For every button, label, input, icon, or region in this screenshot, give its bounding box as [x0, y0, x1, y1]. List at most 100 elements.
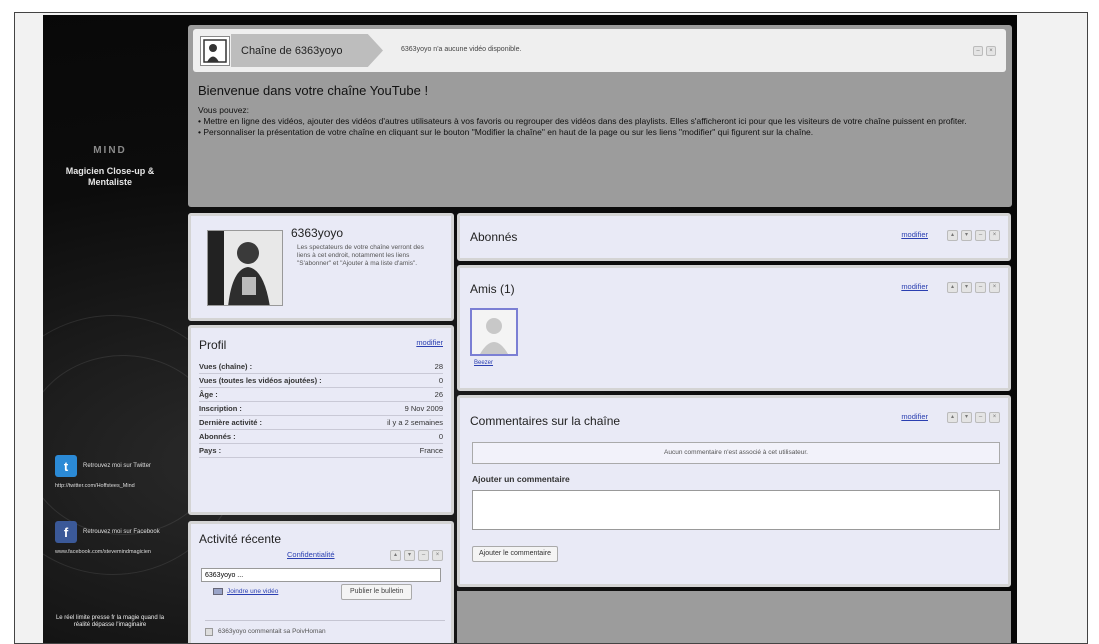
profile-title: Profil: [199, 338, 227, 352]
friends-controls: ▴ ▾ – ×: [947, 282, 1000, 293]
comment-textarea[interactable]: [472, 490, 1000, 530]
row-value: 0: [366, 429, 443, 444]
channel-header: Chaîne de 6363yoyo 6363yoyo n'a aucune v…: [193, 29, 1006, 72]
comments-controls: ▴ ▾ – ×: [947, 412, 1000, 423]
table-row: Âge :26: [199, 387, 443, 402]
film-icon: [213, 588, 223, 595]
profile-table: Vues (chaîne) :28 Vues (toutes les vidéo…: [199, 358, 443, 458]
facebook-icon: f: [55, 521, 77, 543]
row-value: il y a 2 semaines: [366, 415, 443, 430]
comments-box: Commentaires sur la chaîne modifier ▴ ▾ …: [457, 395, 1011, 587]
user-photo[interactable]: [207, 230, 283, 306]
move-up-button[interactable]: ▴: [947, 230, 958, 241]
twitter-text: Retrouvez moi sur Twitter: [83, 462, 151, 469]
facebook-url[interactable]: www.facebook.com/stevemindmagicien: [55, 549, 175, 555]
move-up-button[interactable]: ▴: [947, 412, 958, 423]
welcome-title: Bienvenue dans votre chaîne YouTube !: [198, 83, 429, 98]
close-button[interactable]: ×: [989, 282, 1000, 293]
move-down-button[interactable]: ▾: [404, 550, 415, 561]
activity-item-text: 6363yoyo commentait sa PoivHoman: [218, 628, 326, 635]
twitter-promo[interactable]: t Retrouvez moi sur Twitter http://twitt…: [55, 455, 175, 489]
row-value: 0: [366, 373, 443, 388]
profile-edit-link[interactable]: modifier: [416, 338, 443, 347]
row-label: Dernière activité :: [199, 415, 367, 430]
table-row: Pays : France: [199, 443, 443, 458]
close-button[interactable]: ×: [989, 412, 1000, 423]
collapse-button[interactable]: –: [975, 412, 986, 423]
user-info-box: 6363yoyo Les spectateurs de votre chaîne…: [188, 213, 454, 321]
row-label: Abonnés :: [199, 429, 367, 444]
facebook-text: Retrouvez moi sur Facebook: [83, 528, 160, 535]
close-button[interactable]: ×: [986, 46, 996, 56]
collapse-button[interactable]: –: [973, 46, 983, 56]
collapse-button[interactable]: –: [975, 230, 986, 241]
close-button[interactable]: ×: [432, 550, 443, 561]
row-label: Vues (toutes les vidéos ajoutées) :: [199, 373, 367, 388]
activity-title: Activité récente: [199, 532, 282, 546]
move-down-button[interactable]: ▾: [961, 230, 972, 241]
welcome-panel: Chaîne de 6363yoyo 6363yoyo n'a aucune v…: [188, 25, 1012, 207]
friend-name-link[interactable]: Beezer: [474, 360, 493, 366]
close-button[interactable]: ×: [989, 230, 1000, 241]
row-label: Vues (chaîne) :: [199, 360, 367, 374]
comments-edit-link[interactable]: modifier: [901, 412, 928, 421]
tagline: Le réel limite presse fr la magie quand …: [55, 615, 165, 628]
subscribers-box: Abonnés modifier ▴ ▾ – ×: [457, 213, 1011, 261]
twitter-icon: t: [55, 455, 77, 477]
user-photo-image: [208, 231, 282, 305]
subscribers-edit-link[interactable]: modifier: [901, 230, 928, 239]
header-controls: – ×: [973, 46, 996, 56]
comments-title: Commentaires sur la chaîne: [470, 414, 621, 428]
subscribers-title: Abonnés: [470, 230, 518, 244]
subscribers-controls: ▴ ▾ – ×: [947, 230, 1000, 241]
add-comment-button[interactable]: Ajouter le commentaire: [472, 546, 558, 562]
brand-name: Magicien Close-up & Mentaliste: [65, 166, 155, 187]
twitter-url[interactable]: http://twitter.com/Hoffstees_Mind: [55, 483, 175, 489]
table-row: Vues (toutes les vidéos ajoutées) :0: [199, 373, 443, 388]
row-value: 9 Nov 2009: [366, 401, 443, 416]
join-video-control[interactable]: Joindre une vidéo: [213, 588, 278, 595]
channel-title: Chaîne de 6363yoyo: [241, 44, 343, 57]
row-value: 28: [366, 360, 443, 374]
profile-box: Profil modifier Vues (chaîne) :28 Vues (…: [188, 325, 454, 515]
facebook-promo[interactable]: f Retrouvez moi sur Facebook www.faceboo…: [55, 521, 175, 555]
activity-controls: ▴ ▾ – ×: [390, 550, 443, 561]
collapse-button[interactable]: –: [975, 282, 986, 293]
welcome-line-2: • Personnaliser la présentation de votre…: [198, 127, 814, 137]
move-up-button[interactable]: ▴: [390, 550, 401, 561]
row-value: 26: [366, 387, 443, 402]
row-label: Pays :: [199, 443, 367, 458]
user-note: Les spectateurs de votre chaîne verront …: [297, 244, 424, 267]
add-comment-label: Ajouter un commentaire: [472, 474, 570, 484]
move-down-button[interactable]: ▾: [961, 282, 972, 293]
row-label: Inscription :: [199, 401, 367, 416]
privacy-link[interactable]: Confidentialité: [287, 550, 335, 559]
table-row: Inscription :9 Nov 2009: [199, 401, 443, 416]
move-up-button[interactable]: ▴: [947, 282, 958, 293]
welcome-line-1: • Mettre en ligne des vidéos, ajouter de…: [198, 116, 967, 126]
user-silhouette-icon: [201, 37, 229, 65]
channel-title-tab[interactable]: Chaîne de 6363yoyo: [231, 34, 383, 67]
channel-avatar[interactable]: [200, 36, 230, 66]
table-row: Vues (chaîne) :28: [199, 360, 443, 374]
friends-box: Amis (1) modifier ▴ ▾ – × Beezer: [457, 265, 1011, 391]
row-value: France: [366, 443, 443, 458]
table-row: Dernière activité : il y a 2 semaines: [199, 415, 443, 430]
table-row: Abonnés :0: [199, 429, 443, 444]
default-avatar-icon: [472, 310, 516, 354]
welcome-intro: Vous pouvez:: [198, 105, 250, 115]
collapse-button[interactable]: –: [418, 550, 429, 561]
friends-edit-link[interactable]: modifier: [901, 282, 928, 291]
friends-title: Amis (1): [470, 282, 515, 296]
friend-avatar[interactable]: [470, 308, 518, 356]
publish-bulletin-button[interactable]: Publier le bulletin: [341, 584, 413, 600]
channel-page: MIND Magicien Close-up & Mentaliste t Re…: [43, 15, 1017, 643]
move-down-button[interactable]: ▾: [961, 412, 972, 423]
activity-box: Activité récente Confidentialité ▴ ▾ – ×…: [188, 521, 454, 643]
activity-item: 6363yoyo commentait sa PoivHoman: [205, 620, 445, 638]
no-comments-message: Aucun commentaire n'est associé à cet ut…: [472, 442, 1000, 464]
bulletin-input[interactable]: [201, 568, 441, 582]
empty-area: [457, 591, 1011, 643]
join-video-link[interactable]: Joindre une vidéo: [227, 588, 278, 595]
user-name: 6363yoyo: [291, 226, 344, 240]
